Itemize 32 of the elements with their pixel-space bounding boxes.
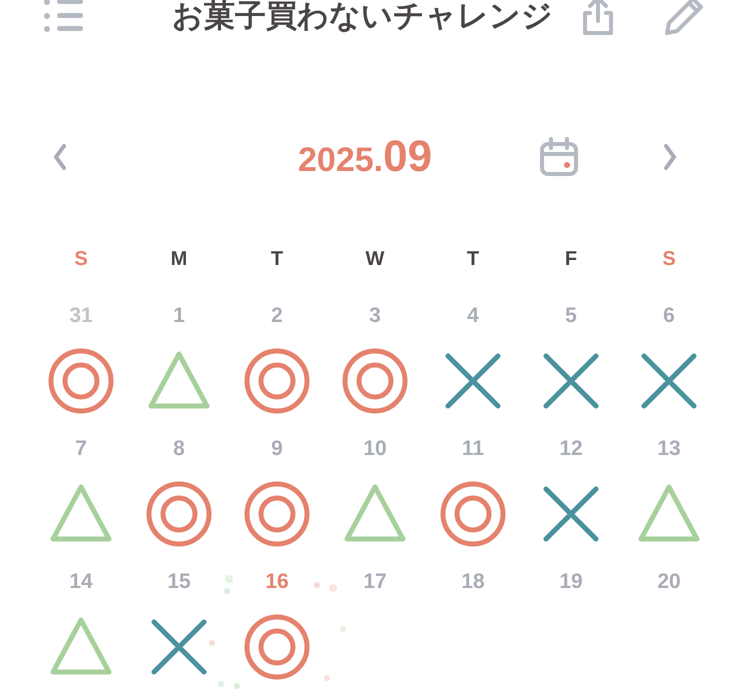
day-number[interactable]: 4 (467, 300, 479, 332)
weekday-label: T (270, 247, 284, 272)
weekday-label: W (366, 247, 384, 272)
day-number[interactable]: 14 (69, 566, 93, 598)
day-number[interactable]: 10 (363, 433, 387, 464)
day-number[interactable]: 3 (369, 300, 381, 332)
day-number[interactable]: 5 (565, 300, 577, 332)
day-number[interactable]: 9 (271, 433, 283, 464)
day-number[interactable]: 16 (265, 566, 289, 598)
month-text: 09 (383, 131, 432, 183)
day-number[interactable]: 7 (75, 433, 87, 464)
weekday-label: S (74, 247, 88, 272)
day-number[interactable]: 18 (461, 566, 485, 598)
day-number[interactable]: 15 (167, 566, 191, 598)
day-number[interactable]: 17 (363, 566, 387, 598)
day-number[interactable]: 13 (657, 433, 681, 464)
day-number[interactable]: 11 (462, 433, 484, 464)
day-number[interactable]: 31 (69, 300, 93, 332)
weekday-label: F (564, 247, 578, 272)
day-number[interactable]: 12 (559, 433, 583, 464)
year-text: 2025. (298, 140, 384, 181)
weekday-label: M (170, 247, 188, 272)
pencil-icon[interactable] (663, 0, 705, 37)
day-number[interactable]: 8 (173, 433, 185, 464)
day-number[interactable]: 6 (663, 300, 675, 332)
weekday-label: T (466, 247, 480, 272)
day-number[interactable]: 19 (559, 566, 583, 598)
day-number[interactable]: 20 (657, 566, 681, 598)
day-number[interactable]: 2 (271, 300, 283, 332)
weekday-label: S (662, 247, 676, 272)
day-number[interactable]: 1 (173, 300, 185, 332)
calendar-icon[interactable] (538, 136, 580, 178)
